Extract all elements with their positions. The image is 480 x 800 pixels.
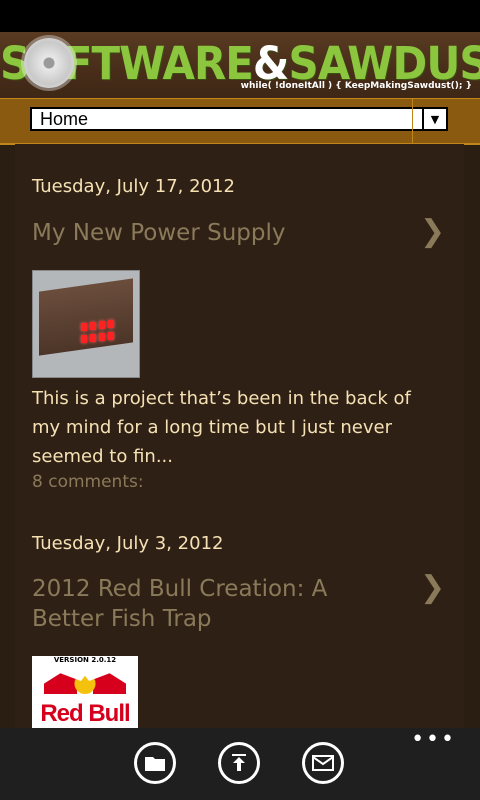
red-bull-bulls-icon — [44, 673, 126, 694]
post-title-link[interactable]: My New Power Supply — [32, 218, 392, 248]
saw-blade-icon — [24, 38, 74, 88]
thumbnail-version-text: VERSION 2.0.12 — [53, 656, 117, 664]
post-title-link[interactable]: 2012 Red Bull Creation: A Better Fish Tr… — [32, 574, 392, 634]
chevron-right-icon[interactable]: ❯ — [420, 214, 445, 249]
upload-button[interactable] — [218, 742, 260, 784]
upload-icon — [232, 754, 246, 771]
post-date: Tuesday, July 17, 2012 — [32, 176, 235, 197]
status-bar — [0, 0, 480, 32]
folder-icon — [145, 757, 165, 771]
post-thumbnail[interactable] — [32, 270, 140, 378]
nav-bar: Home ▼ — [0, 98, 480, 145]
page-select-value: Home — [40, 109, 89, 129]
more-options-icon[interactable]: ••• — [411, 729, 456, 751]
mail-icon — [312, 755, 334, 771]
folder-button[interactable] — [134, 742, 176, 784]
led-display — [81, 320, 117, 347]
comments-link[interactable]: 8 comments: — [32, 472, 144, 492]
nav-divider — [412, 99, 413, 143]
blog-banner[interactable]: SOFTWARE&SAWDUST while( !doneItAll ) { K… — [0, 32, 480, 98]
page-select[interactable]: Home ▼ — [30, 107, 448, 131]
chevron-right-icon[interactable]: ❯ — [420, 570, 445, 605]
post-date: Tuesday, July 3, 2012 — [32, 533, 224, 554]
chevron-down-icon[interactable]: ▼ — [422, 109, 446, 129]
blog-tagline: while( !doneItAll ) { KeepMakingSawdust(… — [240, 81, 472, 91]
app-bar: ••• — [0, 728, 480, 800]
blog-title-mid: FTWARE — [63, 37, 254, 90]
thumbnail-logo-text: Red Bull — [40, 700, 130, 727]
post-excerpt: This is a project that’s been in the bac… — [32, 388, 411, 467]
post-thumbnail[interactable]: VERSION 2.0.12 Red Bull — [32, 656, 138, 730]
mail-button[interactable] — [302, 742, 344, 784]
